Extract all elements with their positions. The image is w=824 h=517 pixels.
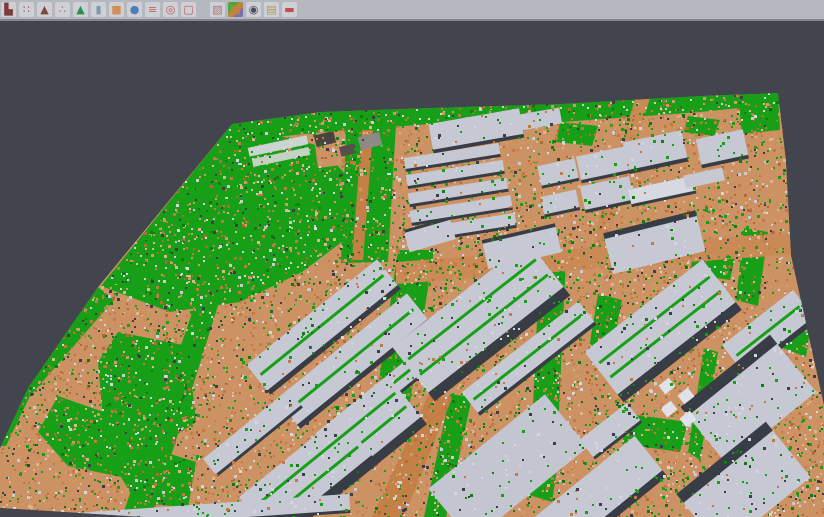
classified-blocks-icon[interactable]: ▙ [1,2,16,17]
viewport-3d [0,23,824,517]
annotated-page-icon[interactable]: ▧ [210,2,225,17]
colored-points-icon[interactable]: ∷ [19,2,34,17]
classification-palette-icon[interactable]: ▩ [228,2,243,17]
measure-tools-icon[interactable]: ▤ [264,2,279,17]
binoculars-icon[interactable]: ◉ [246,2,261,17]
selection-extent-icon[interactable]: ▢ [181,2,196,17]
eraser-icon[interactable]: ▬ [282,2,297,17]
toolbar-separator [199,2,210,17]
sparse-points-icon[interactable]: ∴ [55,2,70,17]
ortho-image-icon[interactable]: ■ [109,2,124,17]
toolbar: ▙∷▲∴▲▮■●≡◎▢▧▩◉▤▬ [0,0,824,21]
scene-root [0,93,824,517]
target-circle-icon[interactable]: ◎ [163,2,178,17]
tin-surface-icon[interactable]: ▲ [37,2,52,17]
profile-view-icon[interactable]: ▮ [91,2,106,17]
table-list-icon[interactable]: ≡ [145,2,160,17]
terrain-model-icon[interactable]: ▲ [73,2,88,17]
viewport-canvas[interactable] [0,23,824,517]
globe-3d-icon[interactable]: ● [127,2,142,17]
